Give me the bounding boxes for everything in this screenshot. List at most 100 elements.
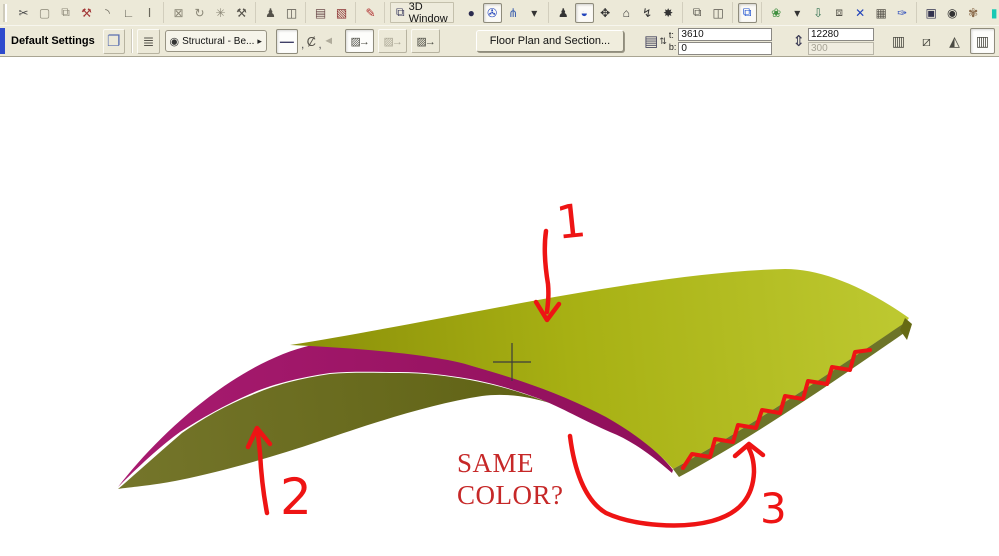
settings-box-icon: ❐ (107, 33, 121, 50)
corner-tool-icon[interactable]: ∟ (119, 3, 138, 23)
output-tools-group: ▤ ▧ (307, 2, 356, 23)
default-settings-label: Default Settings (11, 35, 95, 47)
eye-icon: ◉ (169, 35, 180, 48)
paste-clipboard-icon[interactable]: ◫ (709, 3, 728, 23)
home-icon[interactable]: ⌂ (617, 3, 636, 23)
teal-column-icon[interactable]: ▮ (985, 3, 999, 23)
wall-section-icon: ▤ (644, 33, 659, 50)
info-toolbar-handle[interactable] (0, 28, 5, 54)
scissors-icon[interactable]: ✂ (14, 3, 33, 23)
plant-icon[interactable]: ❀ (767, 3, 786, 23)
delete-box-icon[interactable]: ⊠ (169, 3, 188, 23)
explode-icon[interactable]: ✳ (211, 3, 230, 23)
edit-tools-group: ✂ ▢ ⧉ ⚒ ◝ ∟ Ⅰ (10, 2, 164, 23)
3d-nav-group: ● ✇ ⋔ ▾ (458, 2, 549, 23)
camera-burst-icon[interactable]: ✸ (659, 3, 678, 23)
layers-button[interactable]: ≣ (137, 28, 160, 54)
walkthrough-group: ♟ ◒ ✥ ⌂ ↯ ✸ (550, 2, 683, 23)
fill-vector-button[interactable]: ▨→ (410, 29, 440, 53)
offset-cluster: ▤ ⇅ t: b: (644, 27, 773, 55)
column-tapered-button[interactable]: ◭ (941, 28, 967, 54)
flag-icon[interactable]: ◄ (323, 35, 335, 47)
column-base-button[interactable]: ▥ (969, 28, 995, 54)
annotation-label-3: 3 (760, 484, 787, 533)
copy-element-icon[interactable]: ◫ (282, 3, 301, 23)
column-height-icon: ⇕ (792, 33, 805, 50)
view-options-group: ❀ ▾ ⇩ ⧈ ✕ ▦ ✑ (763, 2, 917, 23)
line-type-button[interactable]: — (275, 28, 298, 54)
height-input[interactable] (807, 27, 874, 41)
info-toolbar: Default Settings ❐ ≣ ◉ Structural - Be..… (0, 26, 999, 57)
separator (130, 29, 132, 53)
pan-arrows-icon[interactable]: ✥ (596, 3, 615, 23)
fold-rect-icon[interactable]: ▢ (35, 3, 54, 23)
annotation-label-1: 1 (554, 193, 589, 250)
height-cluster: ⇕ (792, 27, 874, 55)
vr-helmet-icon[interactable]: ◒ (574, 2, 594, 23)
question-line-2: COLOR? (457, 479, 564, 510)
column-straight-button[interactable]: ▥ (885, 28, 911, 54)
arc-dropdown-mark[interactable]: , (318, 37, 321, 51)
main-toolbar: ✂ ▢ ⧉ ⚒ ◝ ∟ Ⅰ ⊠ ↻ ✳ ⚒ ♟ ◫ ▤ ▧ ✎ ⧉ 3D Window ● ✇ ⋔ ▾ ♟ ◒… (0, 0, 999, 26)
explore-camera-icon[interactable]: ✇ (482, 2, 502, 23)
publish-icon[interactable]: ▧ (332, 3, 351, 23)
plant-dropdown-icon[interactable]: ▾ (788, 3, 807, 23)
toolbar-grip[interactable] (3, 3, 7, 22)
orbit-sphere-icon[interactable]: ● (462, 3, 481, 23)
annotation-question-text: SAME COLOR? (457, 448, 564, 512)
tripod-icon[interactable]: ⋔ (504, 3, 523, 23)
fill-direction-group: ▨→ ▨→ ▨→ (343, 29, 442, 53)
3d-window-label: 3D Window (408, 0, 448, 25)
blue-clipboard-icon[interactable]: ⧉ (737, 2, 757, 23)
pick-hammer-icon[interactable]: ⚒ (77, 3, 96, 23)
paint-brush-icon[interactable]: ✑ (893, 3, 912, 23)
floor-plan-settings-button[interactable]: Floor Plan and Section... (475, 30, 625, 52)
bottom-offset-input[interactable] (678, 41, 773, 55)
annotation-label-2: 2 (280, 468, 312, 526)
paw-icon[interactable]: ✾ (964, 3, 983, 23)
window-grid-icon[interactable]: ▦ (872, 3, 891, 23)
rotate-icon[interactable]: ↻ (190, 3, 209, 23)
walk-person-icon[interactable]: ♟ (554, 3, 573, 23)
question-line-1: SAME (457, 448, 535, 478)
tripod-dropdown-icon[interactable]: ▾ (525, 3, 544, 23)
walk-figure-icon[interactable]: ♟ (261, 3, 280, 23)
layer-dropdown[interactable]: ◉ Structural - Be... ▸ (164, 30, 267, 52)
active-clipboard-group: ⧉ (734, 2, 762, 23)
actor-flash-icon[interactable]: ↯ (638, 3, 657, 23)
modify-tools-group: ⊠ ↻ ✳ ⚒ (165, 2, 256, 23)
beam-tool-icon[interactable]: Ⅰ (140, 3, 159, 23)
arc-pen-icon[interactable]: Ȼ (305, 34, 317, 49)
flyout-arrow-icon: ▸ (257, 35, 262, 46)
cut-x-icon[interactable]: ✕ (851, 3, 870, 23)
fillet-arc-icon[interactable]: ◝ (98, 3, 117, 23)
fill-handle-button[interactable]: ▨→ (344, 29, 374, 53)
drop-anchor-icon[interactable]: ⇩ (809, 3, 828, 23)
top-offset-input[interactable] (678, 27, 773, 41)
clipboard-group: ⧉ ◫ (684, 2, 733, 23)
3d-window-button[interactable]: ⧉ 3D Window (390, 0, 454, 25)
application-window: 1 2 3 SAME COLOR? ✂ ▢ ⧉ ⚒ ◝ ∟ Ⅰ ⊠ ↻ ✳ ⚒ ♟ ◫ ▤ ▧ ✎ ⧉… (0, 0, 999, 556)
copy-rect-icon[interactable]: ⧉ (56, 3, 75, 23)
layers-icon: ≣ (142, 32, 155, 49)
window-tools-group: ▣ ◉ ✾ ▮ (918, 2, 999, 23)
column-slanted-button[interactable]: ⧄ (913, 28, 939, 54)
fill-handle-gray-button[interactable]: ▨→ (377, 29, 407, 53)
line-icon: — (279, 33, 294, 49)
updown-arrows-icon: ⇅ (659, 35, 667, 46)
dark-window-icon[interactable]: ▣ (922, 3, 941, 23)
print-icon[interactable]: ▤ (311, 3, 330, 23)
camera-icon[interactable]: ◉ (943, 3, 962, 23)
element-settings-button[interactable]: ❐ (102, 28, 125, 54)
column-shape-group: ▥ ⧄ ◭ ▥ (885, 28, 995, 54)
thickness-input[interactable] (807, 41, 874, 55)
hammer-icon[interactable]: ⚒ (232, 3, 251, 23)
layer-dropdown-label: Structural - Be... (182, 35, 255, 47)
copy-clipboard-icon[interactable]: ⧉ (688, 3, 707, 23)
toolbars: ✂ ▢ ⧉ ⚒ ◝ ∟ Ⅰ ⊠ ↻ ✳ ⚒ ♟ ◫ ▤ ▧ ✎ ⧉ 3D Window ● ✇ ⋔ ▾ ♟ ◒… (0, 0, 999, 57)
markup-tools-group: ✎ (357, 2, 385, 23)
line-dropdown-mark[interactable]: , (301, 37, 304, 51)
picture-export-icon[interactable]: ⧈ (830, 3, 849, 23)
3d-window-icon: ⧉ (396, 5, 405, 19)
markup-pencil-icon[interactable]: ✎ (361, 3, 380, 23)
